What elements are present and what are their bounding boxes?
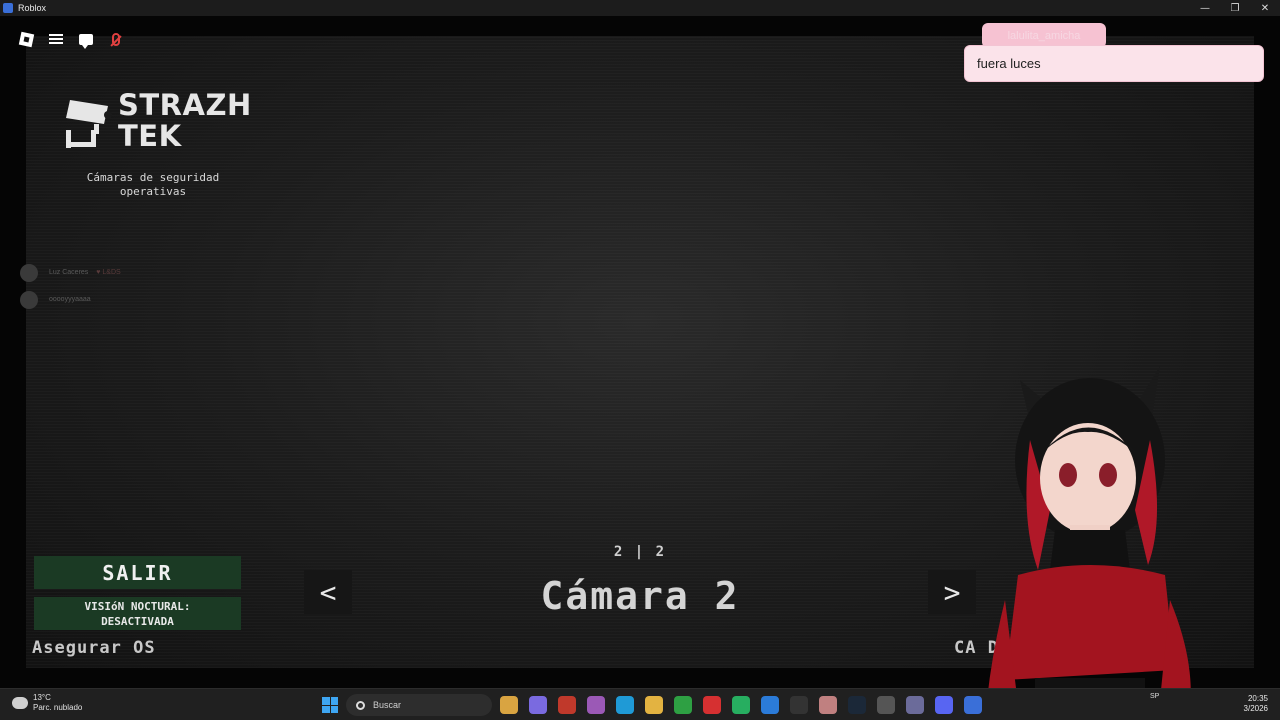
- app-grey-icon[interactable]: [877, 696, 895, 714]
- night-vision-label: VISIóN NOCTURAL:: [84, 599, 191, 613]
- chat-message: fuera luces: [977, 56, 1041, 71]
- mic-muted-icon: [112, 32, 120, 46]
- cloud-icon: [12, 697, 28, 709]
- player-row[interactable]: Luz Caceres ♥ L&DS: [20, 259, 121, 286]
- search-placeholder: Buscar: [373, 700, 402, 710]
- app-purple-icon[interactable]: [587, 696, 605, 714]
- night-vision-state: DESACTIVADA: [101, 614, 174, 628]
- strazh-tek-logo: STRAZH TEK: [64, 88, 254, 158]
- camera-status-text: Cámaras de seguridad operativas: [58, 171, 248, 199]
- camera-status-line2: operativas: [119, 185, 187, 198]
- app-green-icon[interactable]: [732, 696, 750, 714]
- taskbar-search[interactable]: Buscar: [346, 694, 492, 716]
- start-button[interactable]: [322, 697, 338, 713]
- roblox-topbar: [14, 27, 128, 51]
- maximize-button[interactable]: ❐: [1220, 0, 1250, 16]
- windows-taskbar: 13°C Parc. nublado Buscar SP 20:35 3/202…: [0, 688, 1280, 720]
- clock-date: 3/2026: [1243, 704, 1268, 713]
- chrome-icon[interactable]: [674, 696, 692, 714]
- weather-desc: Parc. nublado: [33, 703, 83, 712]
- discord-icon[interactable]: [935, 696, 953, 714]
- roblox-logo-icon: [18, 31, 34, 47]
- edge-icon[interactable]: [616, 696, 634, 714]
- folder-icon[interactable]: [645, 696, 663, 714]
- chat-button[interactable]: [74, 27, 98, 51]
- search-icon: [356, 700, 365, 710]
- mic-button[interactable]: [104, 27, 128, 51]
- taskbar-apps: [500, 696, 982, 714]
- chat-icon: [79, 33, 93, 49]
- prev-camera-button[interactable]: <: [304, 570, 352, 614]
- avatar: [20, 263, 38, 282]
- roblox-app-icon: [3, 3, 13, 13]
- menu-icon: [49, 34, 63, 44]
- close-button[interactable]: ✕: [1250, 0, 1280, 16]
- menu-button[interactable]: [44, 27, 68, 51]
- app-blue-icon[interactable]: [761, 696, 779, 714]
- vtuber-avatar-image: [985, 366, 1191, 720]
- weather-widget[interactable]: 13°C Parc. nublado: [12, 693, 82, 713]
- player-name: Luz Caceres: [49, 269, 89, 276]
- camera-counter: 2 | 2: [613, 544, 667, 560]
- minimize-button[interactable]: —: [1190, 0, 1220, 16]
- camera-status-line1: Cámaras de seguridad: [86, 171, 220, 184]
- security-camera-icon: [66, 100, 112, 148]
- roblox-icon[interactable]: [964, 696, 982, 714]
- player-name: ooooyyyaaaa: [49, 296, 91, 303]
- clock-time: 20:35: [1247, 694, 1268, 703]
- tray-language[interactable]: SP: [1150, 693, 1159, 700]
- app-gear-icon[interactable]: [906, 696, 924, 714]
- app-character-icon[interactable]: [819, 696, 837, 714]
- copilot-icon[interactable]: [529, 696, 547, 714]
- avatar: [20, 290, 38, 309]
- file-explorer-icon[interactable]: [500, 696, 518, 714]
- secure-os-button[interactable]: Asegurar OS: [32, 638, 156, 658]
- player-list: Luz Caceres ♥ L&DS ooooyyyaaaa: [20, 259, 121, 313]
- steam-icon[interactable]: [848, 696, 866, 714]
- app-dark-icon[interactable]: [790, 696, 808, 714]
- exit-button[interactable]: SALIR: [34, 556, 241, 589]
- logo-line1: STRAZH: [118, 88, 252, 122]
- logo-wordmark: STRAZH TEK: [118, 90, 252, 152]
- window-titlebar: Roblox — ❐ ✕: [0, 0, 1280, 16]
- player-tag: ♥ L&DS: [96, 269, 121, 276]
- taskbar-clock[interactable]: 20:35 3/2026: [1244, 694, 1268, 714]
- night-vision-button[interactable]: VISIóN NOCTURAL: DESACTIVADA: [34, 597, 241, 630]
- roblox-menu-button[interactable]: [14, 27, 38, 51]
- weather-temp: 13°C: [33, 693, 51, 702]
- chat-bubble: fuera luces: [964, 45, 1264, 82]
- window-title: Roblox: [18, 3, 47, 13]
- camera-name: Cámara 2: [540, 574, 740, 618]
- app-red-icon[interactable]: [558, 696, 576, 714]
- player-row[interactable]: ooooyyyaaaa: [20, 286, 121, 313]
- windows-logo-icon: [322, 697, 330, 705]
- logo-line2: TEK: [118, 119, 182, 153]
- opera-icon[interactable]: [703, 696, 721, 714]
